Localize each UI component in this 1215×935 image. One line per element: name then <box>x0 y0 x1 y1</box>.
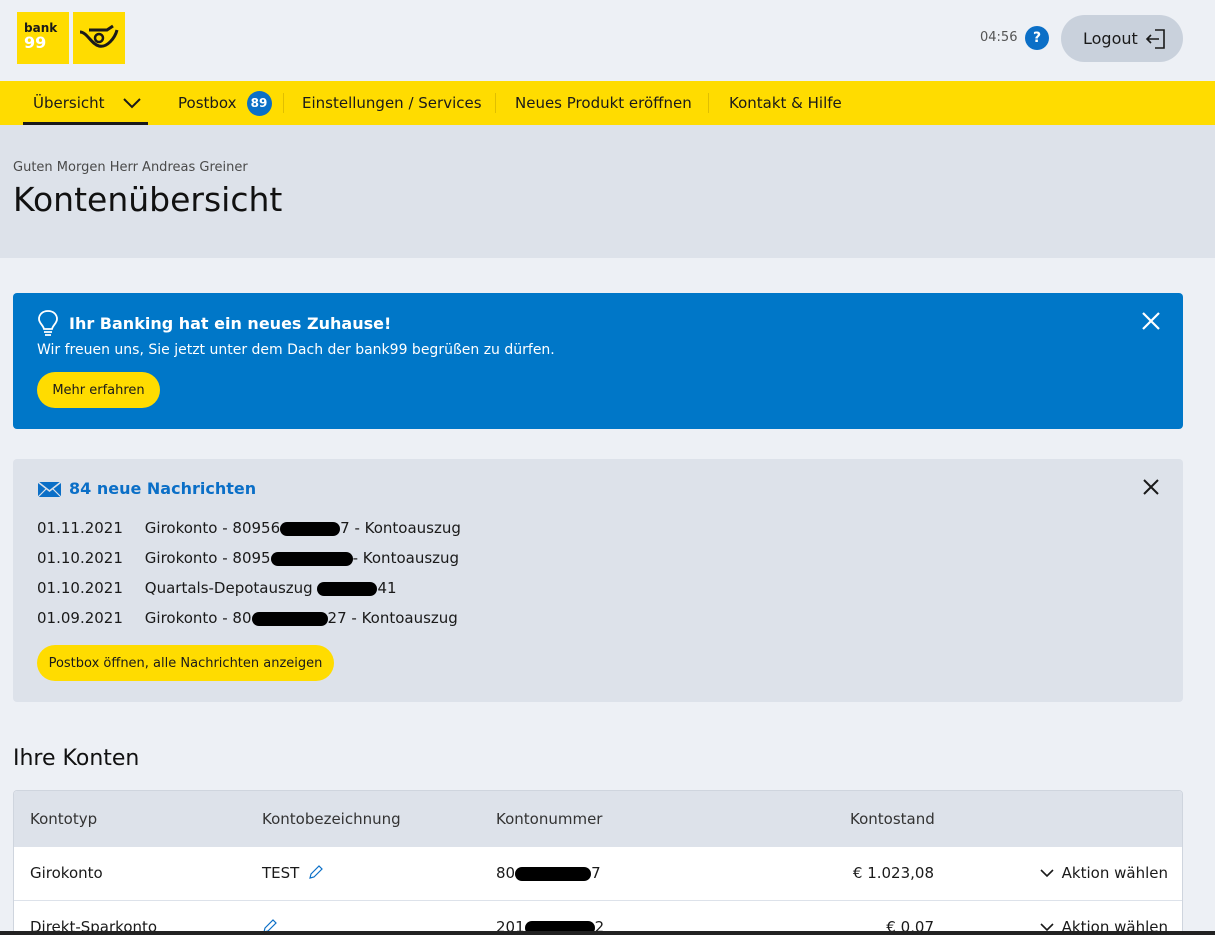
column-header-kontonummer: Kontonummer <box>496 810 603 828</box>
message-row[interactable]: 01.11.2021 Girokonto - 80956 7 - Kontoaus… <box>37 519 461 537</box>
message-text-prefix: Girokonto - 80956 <box>144 519 281 537</box>
account-balance: € 1.023,08 <box>852 864 934 882</box>
help-button[interactable]: ? <box>1025 26 1049 50</box>
pencil-icon[interactable] <box>308 864 324 880</box>
column-header-kontobezeichnung: Kontobezeichnung <box>262 810 401 828</box>
table-row[interactable]: Direkt-Sparkonto 201 2 € 0,07 Aktion wähl… <box>14 900 1182 935</box>
message-text-prefix: Quartals-Depotauszug <box>144 579 318 597</box>
message-row[interactable]: 01.09.2021 Girokonto - 80 27 - Kontoauszu… <box>37 609 458 627</box>
open-postbox-button[interactable]: Postbox öffnen, alle Nachrichten anzeige… <box>37 645 334 681</box>
accounts-title: Ihre Konten <box>13 746 140 771</box>
account-number: 80 7 <box>496 864 601 882</box>
logout-button[interactable]: Logout <box>1061 15 1183 62</box>
nav-label: Einstellungen / Services <box>302 94 482 112</box>
close-icon[interactable] <box>1141 477 1161 497</box>
message-date: 01.11.2021 <box>37 519 123 537</box>
redaction <box>280 521 341 536</box>
action-select[interactable]: Aktion wählen <box>1040 864 1168 882</box>
window-bottom-edge <box>0 931 1215 935</box>
nav-item-einstellungen[interactable]: Einstellungen / Services <box>302 81 482 125</box>
message-text-prefix: Girokonto - 8095 <box>144 549 271 567</box>
message-date: 01.09.2021 <box>37 609 123 627</box>
lightbulb-icon <box>38 310 58 336</box>
account-type: Girokonto <box>30 864 103 882</box>
greeting-section: Guten Morgen Herr Andreas Greiner Konten… <box>0 125 1215 258</box>
nav-divider <box>283 93 284 113</box>
logout-label: Logout <box>1083 29 1138 48</box>
banner-title: Ihr Banking hat ein neues Zuhause! <box>69 314 392 333</box>
accounts-table: Kontotyp Kontobezeichnung Kontonummer Ko… <box>13 790 1183 935</box>
nav-item-kontakt[interactable]: Kontakt & Hilfe <box>729 81 842 125</box>
column-header-kontotyp: Kontotyp <box>30 810 98 828</box>
action-label: Aktion wählen <box>1061 864 1168 882</box>
postbox-count-badge: 89 <box>246 90 272 116</box>
message-row[interactable]: 01.10.2021 Girokonto - 8095 - Kontoauszug <box>37 549 459 567</box>
greeting-text: Guten Morgen Herr Andreas Greiner <box>13 160 248 175</box>
post-horn-icon <box>79 24 119 48</box>
account-number-prefix: 80 <box>496 864 516 882</box>
chevron-down-icon <box>122 98 141 109</box>
nav-divider <box>708 93 709 113</box>
redaction <box>251 611 328 626</box>
account-name-text: TEST <box>262 864 300 882</box>
account-number-suffix: 7 <box>591 864 601 882</box>
top-header: bank 99 04:56 ? Logout <box>0 0 1215 81</box>
mehr-erfahren-button[interactable]: Mehr erfahren <box>37 372 160 408</box>
message-text-suffix: 41 <box>377 579 397 597</box>
message-date: 01.10.2021 <box>37 549 123 567</box>
account-name: TEST <box>262 864 324 882</box>
close-icon[interactable] <box>1141 311 1161 331</box>
redaction <box>515 866 592 881</box>
nav-item-uebersicht[interactable]: Übersicht <box>33 81 141 125</box>
banner-text: Wir freuen uns, Sie jetzt unter dem Dach… <box>37 342 555 358</box>
page-title: Kontenübersicht <box>13 180 283 219</box>
nav-label: Neues Produkt eröffnen <box>515 94 692 112</box>
messages-title[interactable]: 84 neue Nachrichten <box>69 479 256 498</box>
nav-item-postbox[interactable]: Postbox 89 <box>178 81 272 125</box>
redaction <box>317 581 378 596</box>
nav-label: Kontakt & Hilfe <box>729 94 842 112</box>
logout-icon <box>1145 28 1165 49</box>
main-navigation: Übersicht Postbox 89 Einstellungen / Ser… <box>0 81 1215 125</box>
logo-text-99: 99 <box>24 33 47 52</box>
table-row[interactable]: Girokonto TEST 80 7 € 1.023,08 Aktion wäh… <box>14 846 1182 900</box>
post-horn-logo[interactable] <box>73 12 125 64</box>
nav-item-neues-produkt[interactable]: Neues Produkt eröffnen <box>515 81 692 125</box>
column-header-kontostand: Kontostand <box>850 810 935 828</box>
table-header: Kontotyp Kontobezeichnung Kontonummer Ko… <box>14 791 1182 846</box>
envelope-icon <box>37 481 62 498</box>
bank99-logo[interactable]: bank 99 <box>17 12 69 64</box>
redaction <box>270 551 353 566</box>
message-date: 01.10.2021 <box>37 579 123 597</box>
message-text-prefix: Girokonto - 80 <box>144 609 252 627</box>
nav-label: Übersicht <box>33 94 105 112</box>
messages-card: 84 neue Nachrichten 01.11.2021 Girokonto… <box>13 459 1183 702</box>
message-text-suffix: 27 - Kontoauszug <box>327 609 458 627</box>
chevron-down-icon <box>1040 868 1054 877</box>
session-timer: 04:56 <box>980 30 1018 45</box>
message-row[interactable]: 01.10.2021 Quartals-Depotauszug 41 <box>37 579 397 597</box>
nav-label: Postbox <box>178 94 237 112</box>
message-text-suffix: 7 - Kontoauszug <box>340 519 461 537</box>
info-banner: Ihr Banking hat ein neues Zuhause! Wir f… <box>13 293 1183 429</box>
message-text-suffix: - Kontoauszug <box>352 549 460 567</box>
nav-divider <box>495 93 496 113</box>
